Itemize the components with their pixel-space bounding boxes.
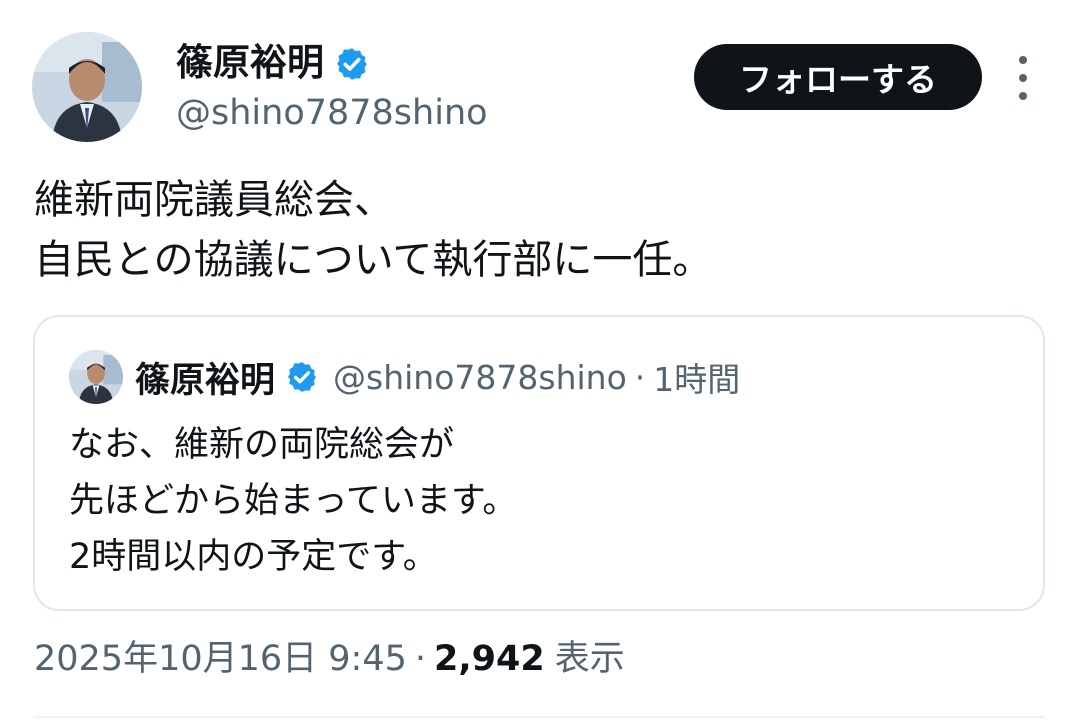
quoted-author-handle: @shino7878shino <box>333 357 627 397</box>
tweet-text-line: 自民との協議について執行部に一任。 <box>34 237 713 283</box>
author-avatar[interactable] <box>32 32 142 142</box>
author-name-row[interactable]: 篠原裕明 <box>176 38 370 88</box>
more-dot <box>1019 74 1027 82</box>
verified-badge-icon <box>334 45 370 81</box>
quoted-text-line: 2時間以内の予定です。 <box>69 537 438 577</box>
quoted-author-avatar <box>69 350 123 404</box>
author-handle[interactable]: @shino7878shino <box>176 90 488 136</box>
tweet-text-line: 維新両院議員総会、 <box>34 177 394 223</box>
more-dot <box>1019 92 1027 100</box>
views-label: 表示 <box>554 639 625 679</box>
quoted-text-line: なお、維新の両院総会が <box>69 425 455 465</box>
tweet-timestamp[interactable]: 2025年10月16日 9:45 <box>34 634 407 684</box>
quoted-tweet-header: 篠原裕明 @shino7878shino · 1時間 <box>135 349 740 405</box>
verified-badge-icon <box>285 360 319 394</box>
author-name[interactable]: 篠原裕明 <box>176 38 324 88</box>
views-count: 2,942 <box>434 639 545 679</box>
quoted-tweet-card[interactable]: 篠原裕明 @shino7878shino · 1時間 なお、維新の両院総会が 先… <box>33 315 1045 611</box>
separator-dot: · <box>414 639 427 679</box>
tweet-meta: 2025年10月16日 9:45 · 2,942 表示 <box>34 634 625 684</box>
more-dot <box>1019 56 1027 64</box>
quoted-text-line: 先ほどから始まっています。 <box>69 481 518 521</box>
quoted-tweet-time: 1時間 <box>653 360 741 399</box>
follow-button[interactable]: フォローする <box>694 44 982 110</box>
separator-dot: · <box>634 357 646 397</box>
more-vertical-icon[interactable] <box>1008 56 1038 100</box>
tweet-text: 維新両院議員総会、 自民との協議について執行部に一任。 <box>34 170 1044 290</box>
divider <box>34 716 1046 718</box>
quoted-tweet-text: なお、維新の両院総会が 先ほどから始まっています。 2時間以内の予定です。 <box>69 417 1009 585</box>
quoted-author-name: 篠原裕明 <box>135 360 276 401</box>
